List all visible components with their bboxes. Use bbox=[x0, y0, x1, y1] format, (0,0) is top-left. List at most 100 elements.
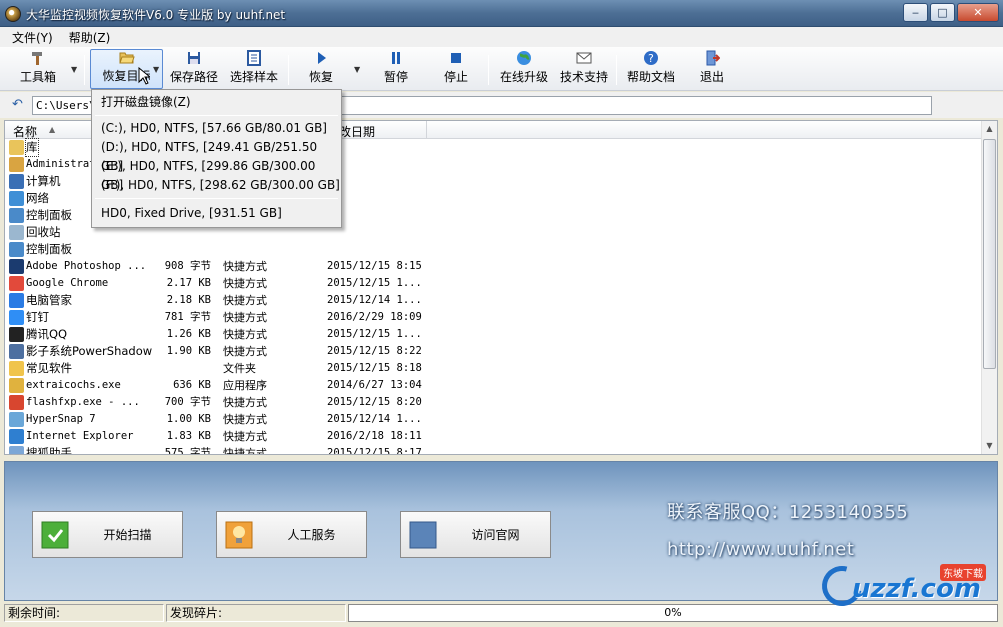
scroll-up-icon[interactable]: ▲ bbox=[982, 121, 997, 137]
cell-size: 2.17 KB bbox=[166, 277, 211, 289]
cell-size: 575 字节 bbox=[164, 447, 211, 455]
recover-dropdown-arrow[interactable]: ▼ bbox=[354, 65, 360, 74]
exit-button[interactable]: 退出 bbox=[694, 49, 730, 89]
cell-name: extraicochs.exe bbox=[26, 379, 121, 391]
minimize-button[interactable]: ‒ bbox=[903, 3, 928, 22]
cell-size: 781 字节 bbox=[164, 311, 211, 323]
stop-button[interactable]: 停止 bbox=[434, 49, 478, 89]
tech-support-button[interactable]: 技术支持 bbox=[558, 49, 610, 89]
table-row[interactable]: 搜狐助手 575 字节 快捷方式 2015/12/15 8:17 bbox=[5, 445, 985, 455]
drive-f-item[interactable]: (F:), HD0, NTFS, [298.62 GB/300.00 GB] bbox=[92, 176, 341, 195]
table-row[interactable]: 常见软件 文件夹 2015/12/15 8:18 bbox=[5, 360, 985, 377]
control-panel-icon bbox=[9, 208, 24, 223]
table-row[interactable]: flashfxp.exe - ... 700 字节 快捷方式 2015/12/15 8… bbox=[5, 394, 985, 411]
shadow-system-icon bbox=[9, 344, 24, 359]
save-path-label: 保存路径 bbox=[169, 70, 218, 84]
cell-name: Internet Explorer bbox=[26, 430, 134, 442]
exit-door-icon bbox=[704, 50, 720, 66]
maximize-button[interactable]: □ bbox=[930, 3, 955, 22]
toolbox-button[interactable]: 工具箱 bbox=[16, 49, 60, 89]
menu-separator bbox=[95, 115, 338, 116]
cell-type: 快捷方式 bbox=[223, 345, 267, 358]
online-upgrade-button[interactable]: 在线升级 bbox=[496, 49, 552, 89]
manual-service-button[interactable]: 人工服务 bbox=[216, 511, 367, 558]
table-row[interactable]: HyperSnap 7 1.00 KB 快捷方式 2015/12/14 1... bbox=[5, 411, 985, 428]
drive-c-item[interactable]: (C:), HD0, NTFS, [57.66 GB/80.01 GB] bbox=[92, 119, 341, 138]
photoshop-icon bbox=[9, 259, 24, 274]
recover-target-dropdown: 打开磁盘镜像(Z) (C:), HD0, NTFS, [57.66 GB/80.… bbox=[91, 89, 342, 228]
cell-date: 2015/12/15 8:22 bbox=[327, 345, 422, 357]
visit-site-button[interactable]: 访问官网 bbox=[400, 511, 551, 558]
tech-support-label: 技术支持 bbox=[559, 70, 608, 84]
select-sample-label: 选择样本 bbox=[229, 70, 278, 84]
exit-label: 退出 bbox=[699, 70, 724, 84]
cell-date: 2015/12/15 8:18 bbox=[327, 362, 422, 374]
window-controls: ‒ □ ✕ bbox=[903, 3, 999, 22]
vertical-scrollbar[interactable]: ▲ ▼ bbox=[981, 121, 997, 454]
play-icon bbox=[313, 50, 329, 66]
cell-name: 电脑管家 bbox=[26, 293, 72, 307]
fragments-found-label: 发现碎片: bbox=[166, 604, 346, 622]
stop-label: 停止 bbox=[443, 70, 468, 84]
open-disk-image-item[interactable]: 打开磁盘镜像(Z) bbox=[92, 93, 341, 112]
recover-label: 恢复 bbox=[308, 70, 333, 84]
checkmark-icon bbox=[41, 521, 69, 549]
cell-name: flashfxp.exe - ... bbox=[26, 396, 140, 408]
open-folder-icon bbox=[118, 49, 135, 65]
cell-date: 2016/2/29 18:09 bbox=[327, 311, 422, 323]
mouse-cursor-icon bbox=[138, 66, 152, 89]
cell-name: 网络 bbox=[26, 191, 49, 205]
cell-type: 快捷方式 bbox=[223, 311, 267, 324]
pause-button[interactable]: 暂停 bbox=[374, 49, 418, 89]
recover-button[interactable]: 恢复 bbox=[298, 49, 344, 89]
cell-type: 快捷方式 bbox=[223, 413, 267, 426]
menu-file[interactable]: 文件(Y) bbox=[4, 29, 61, 46]
toolbox-dropdown-arrow[interactable]: ▼ bbox=[71, 65, 77, 74]
close-button[interactable]: ✕ bbox=[957, 3, 999, 22]
table-row[interactable]: 控制面板 bbox=[5, 241, 985, 258]
select-sample-button[interactable]: 选择样本 bbox=[228, 49, 280, 89]
cell-type: 应用程序 bbox=[223, 379, 267, 392]
save-path-button[interactable]: 保存路径 bbox=[168, 49, 220, 89]
sort-arrow-icon: ▲ bbox=[49, 125, 56, 134]
cell-name: 常见软件 bbox=[26, 361, 72, 375]
toolbar: 工具箱 ▼ 恢复目标 ▼ 保存路径 选择样本 恢复 ▼ 暂停 停止 在线升级 技… bbox=[0, 47, 1003, 91]
cell-size: 1.83 KB bbox=[166, 430, 211, 442]
table-row[interactable]: 影子系统PowerShadow 1.90 KB 快捷方式 2015/12/15 8:2… bbox=[5, 343, 985, 360]
scroll-thumb[interactable] bbox=[983, 139, 996, 369]
start-scan-button[interactable]: 开始扫描 bbox=[32, 511, 183, 558]
drive-e-item[interactable]: (E:), HD0, NTFS, [299.86 GB/300.00 GB] bbox=[92, 157, 341, 192]
cell-name: 搜狐助手 bbox=[26, 446, 72, 455]
table-row[interactable]: Adobe Photoshop ... 908 字节 快捷方式 2015/12/15 … bbox=[5, 258, 985, 275]
physical-disk-item[interactable]: HD0, Fixed Drive, [931.51 GB] bbox=[92, 204, 341, 223]
table-row[interactable]: Internet Explorer 1.83 KB 快捷方式 2016/2/18 18… bbox=[5, 428, 985, 445]
recover-target-dropdown-arrow[interactable]: ▼ bbox=[153, 65, 159, 74]
hammer-icon bbox=[30, 50, 46, 66]
folder-icon bbox=[9, 361, 24, 376]
cell-size: 636 KB bbox=[173, 379, 211, 391]
cell-date: 2015/12/15 8:17 bbox=[327, 447, 422, 455]
website-url-text[interactable]: http://www.uuhf.net bbox=[667, 539, 854, 560]
table-row[interactable]: 腾讯QQ 1.26 KB 快捷方式 2015/12/15 1... bbox=[5, 326, 985, 343]
save-disk-icon bbox=[186, 50, 202, 66]
cell-date: 2015/12/15 1... bbox=[327, 277, 422, 289]
control-panel-icon bbox=[9, 242, 24, 257]
table-row[interactable]: Google Chrome 2.17 KB 快捷方式 2015/12/15 1... bbox=[5, 275, 985, 292]
menu-help[interactable]: 帮助(Z) bbox=[61, 29, 119, 46]
drive-d-item[interactable]: (D:), HD0, NTFS, [249.41 GB/251.50 GB] bbox=[92, 138, 341, 173]
scroll-down-icon[interactable]: ▼ bbox=[982, 438, 997, 454]
table-row[interactable]: 电脑管家 2.18 KB 快捷方式 2015/12/14 1... bbox=[5, 292, 985, 309]
column-name[interactable]: 名称 bbox=[13, 123, 37, 140]
back-arrow-icon[interactable]: ↶ bbox=[12, 97, 23, 112]
lightbulb-icon bbox=[225, 521, 253, 549]
online-upgrade-label: 在线升级 bbox=[499, 70, 548, 84]
table-row[interactable]: extraicochs.exe 636 KB 应用程序 2014/6/27 13:04 bbox=[5, 377, 985, 394]
cell-date: 2014/6/27 13:04 bbox=[327, 379, 422, 391]
cell-size: 700 字节 bbox=[164, 396, 211, 408]
table-row[interactable]: 钉钉 781 字节 快捷方式 2016/2/29 18:09 bbox=[5, 309, 985, 326]
cell-name: Adobe Photoshop ... bbox=[26, 260, 147, 272]
help-doc-button[interactable]: ? 帮助文档 bbox=[624, 49, 678, 89]
cell-date: 2015/12/15 1... bbox=[327, 328, 422, 340]
cell-name: Administrat bbox=[26, 158, 96, 170]
cell-type: 快捷方式 bbox=[223, 294, 267, 307]
